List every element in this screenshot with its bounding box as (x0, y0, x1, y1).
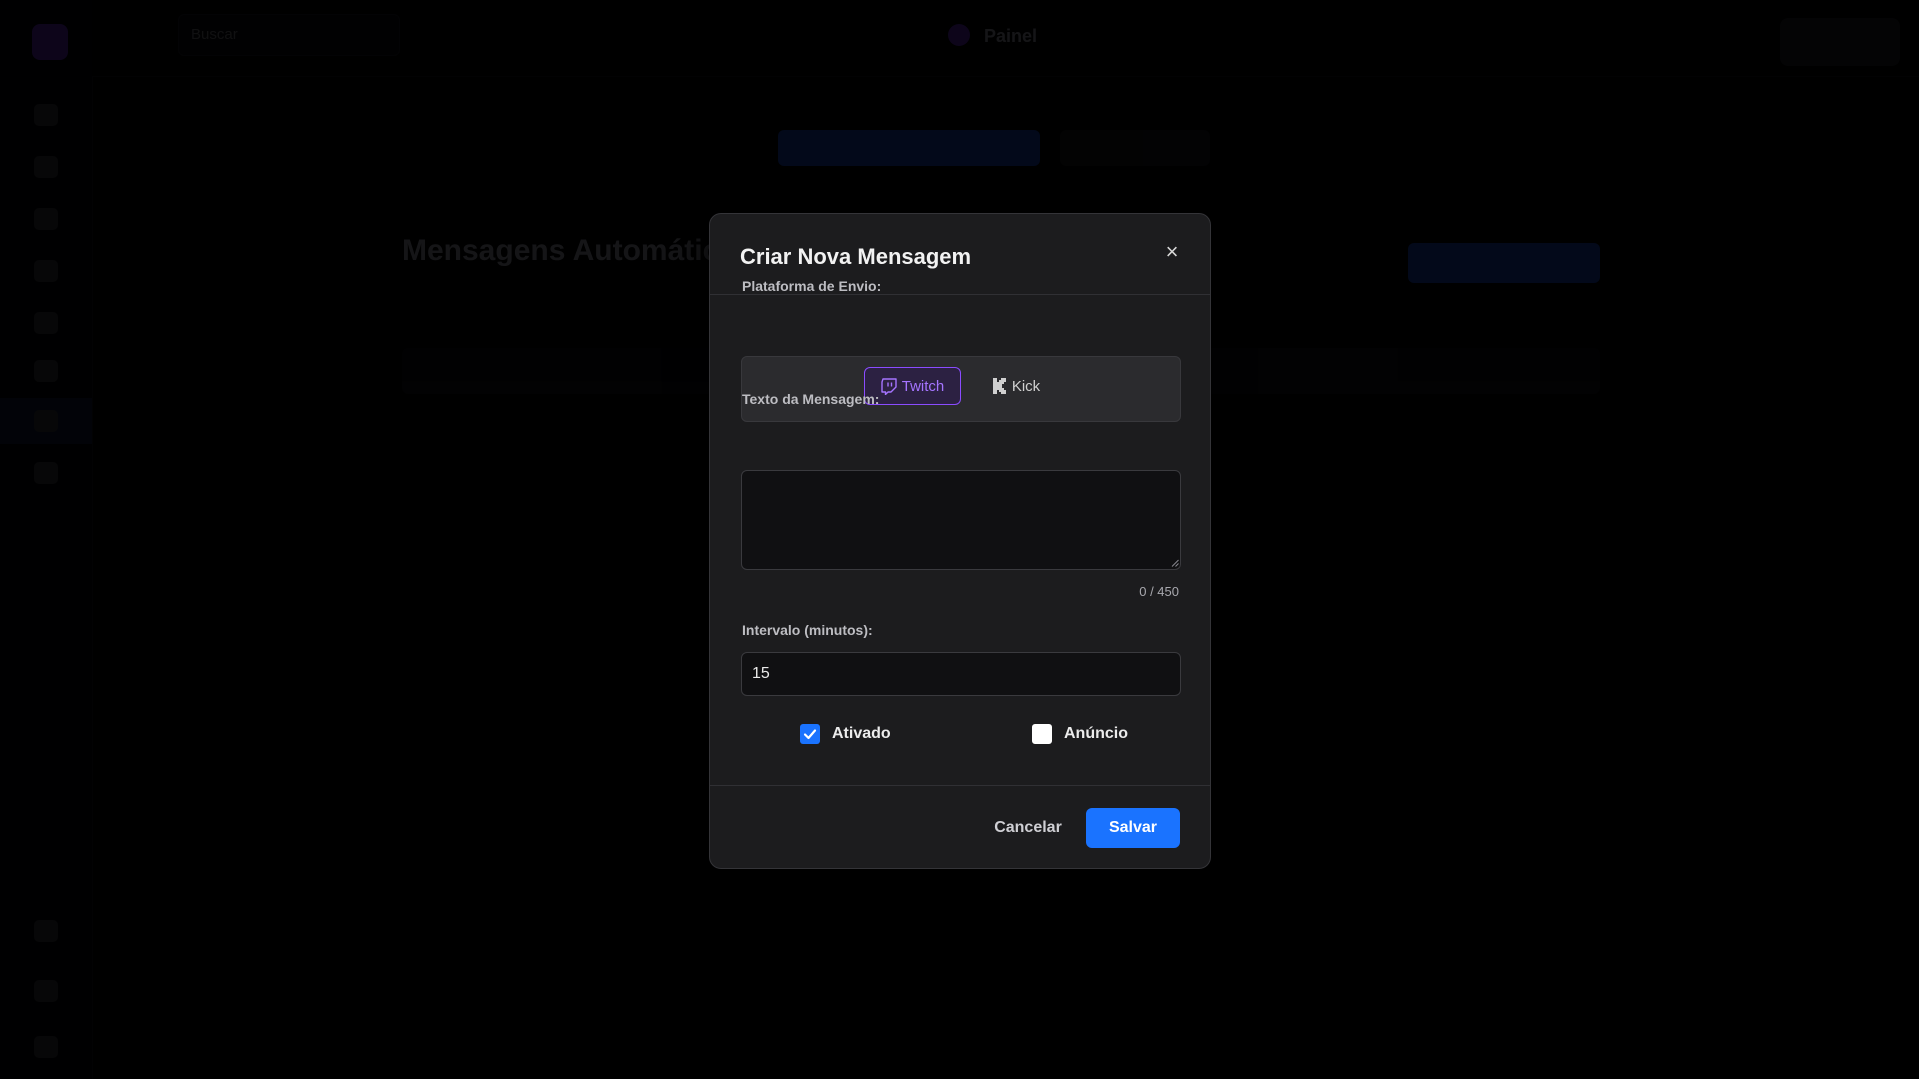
platform-kick-button[interactable]: Kick (971, 367, 1061, 405)
save-button[interactable]: Salvar (1086, 808, 1180, 848)
message-textarea[interactable] (741, 470, 1181, 570)
twitch-icon (881, 377, 897, 395)
platform-selector: Twitch Kick (741, 356, 1181, 422)
checkbox-unchecked-icon[interactable] (1032, 724, 1052, 744)
platform-twitch-label: Twitch (901, 377, 945, 395)
checkbox-anuncio-label: Anúncio (1064, 725, 1128, 742)
checkbox-ativado[interactable]: Ativado (800, 724, 891, 744)
modal-footer: Cancelar Salvar (710, 785, 1210, 871)
checkbox-ativado-label: Ativado (832, 725, 891, 742)
char-counter: 0 / 450 (1139, 584, 1179, 599)
kick-icon (992, 378, 1006, 394)
cancel-button[interactable]: Cancelar (972, 808, 1084, 848)
modal-title: Criar Nova Mensagem (740, 244, 972, 269)
interval-label: Intervalo (minutos): (742, 622, 873, 638)
platform-kick-label: Kick (1011, 377, 1041, 395)
close-icon[interactable]: × (1160, 239, 1184, 264)
checkmark-icon (803, 729, 817, 740)
platform-label: Plataforma de Envio: (742, 278, 882, 294)
checkbox-anuncio[interactable]: Anúncio (1032, 724, 1128, 744)
create-message-modal: Criar Nova Mensagem × Plataforma de Envi… (709, 213, 1211, 869)
checkbox-checked-icon[interactable] (800, 724, 820, 744)
message-text-label: Texto da Mensagem: (742, 391, 880, 407)
resize-handle-icon[interactable] (1171, 559, 1179, 567)
interval-input[interactable] (741, 652, 1181, 696)
